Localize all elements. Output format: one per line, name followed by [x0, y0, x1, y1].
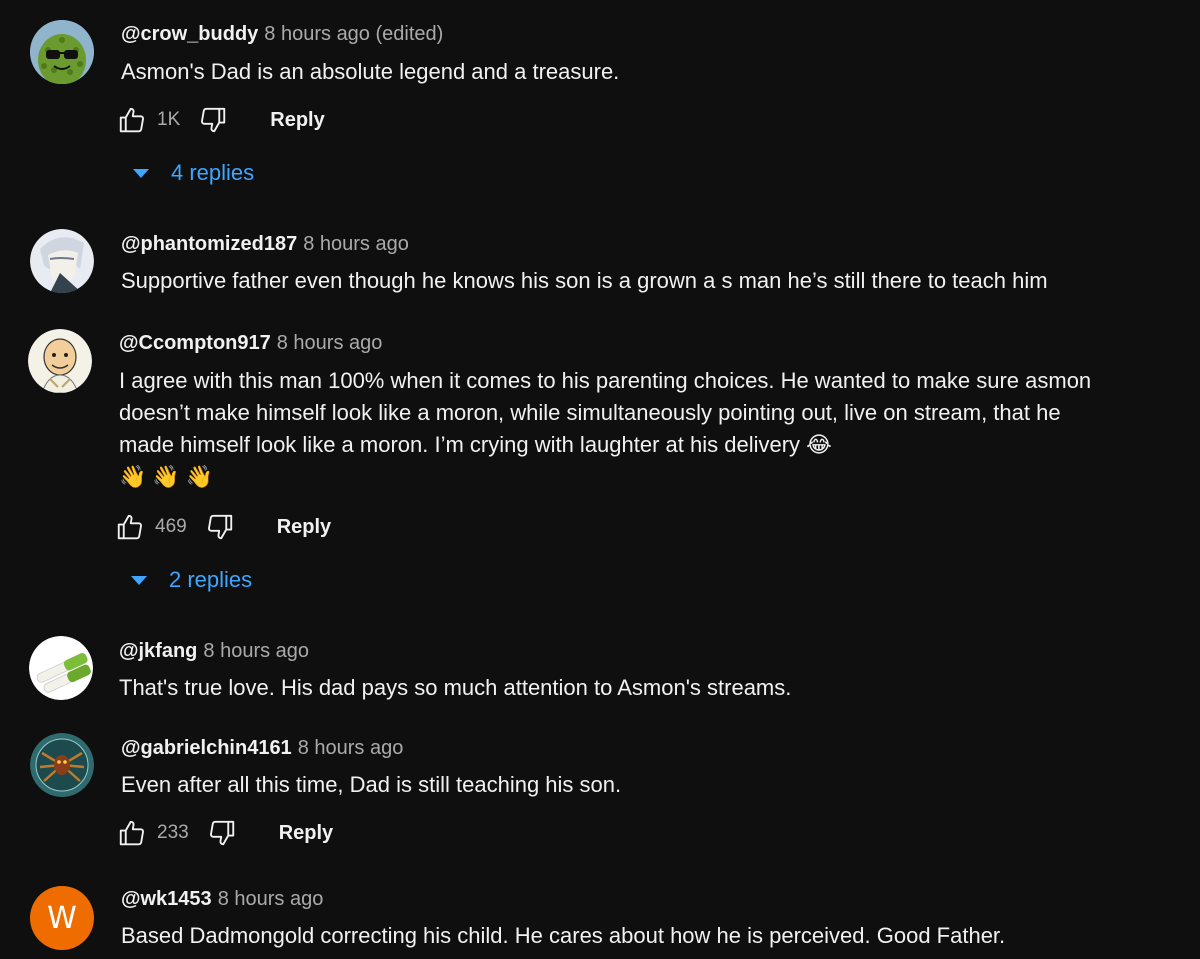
green-onion-avatar-icon: [29, 636, 93, 700]
comment-text-line: doesn’t make himself look like a moron, …: [119, 400, 1061, 425]
like-count: 469: [155, 516, 187, 537]
author-handle[interactable]: @wk1453: [121, 888, 212, 910]
comment-header: @wk1453 8 hours ago: [121, 888, 323, 911]
replies-label: 4 replies: [171, 160, 255, 185]
comment-text: That's true love. His dad pays so much a…: [119, 675, 792, 700]
caret-down-icon: [133, 168, 149, 178]
reply-button[interactable]: Reply: [279, 822, 333, 845]
avatar[interactable]: [30, 229, 94, 293]
avatar[interactable]: [28, 329, 92, 393]
like-button[interactable]: [115, 103, 149, 137]
timestamp[interactable]: 8 hours ago: [303, 233, 409, 255]
comment-text: Based Dadmongold correcting his child. H…: [121, 923, 1006, 948]
avatar[interactable]: W: [30, 886, 94, 950]
like-count: 233: [157, 822, 189, 843]
avatar[interactable]: [30, 20, 94, 84]
comment-actions: 233 Reply: [115, 815, 333, 851]
view-replies-button[interactable]: 4 replies: [133, 160, 254, 186]
comment-header: @Ccompton917 8 hours ago: [119, 332, 382, 355]
comment-text: Asmon's Dad is an absolute legend and a …: [121, 59, 620, 84]
comment-header: @crow_buddy 8 hours ago (edited): [121, 23, 443, 46]
thumbs-up-icon: [117, 514, 142, 540]
like-button[interactable]: [115, 816, 149, 850]
timestamp[interactable]: 8 hours ago: [218, 888, 324, 910]
avatar-letter: W: [47, 900, 77, 936]
author-handle[interactable]: @phantomized187: [121, 233, 297, 255]
avatar[interactable]: [30, 733, 94, 797]
like-count: 1K: [157, 109, 181, 130]
thumbs-up-icon: [119, 107, 144, 133]
author-handle[interactable]: @gabrielchin4161: [121, 737, 292, 759]
comment-text-line: made himself look like a moron. I’m cryi…: [119, 432, 832, 457]
comment-actions: 469 Reply: [113, 509, 331, 545]
comment-header: @gabrielchin4161 8 hours ago: [121, 737, 403, 760]
author-handle[interactable]: @jkfang: [119, 640, 197, 662]
comment-text: Even after all this time, Dad is still t…: [121, 772, 622, 797]
thumbs-up-icon: [119, 820, 144, 846]
reply-button[interactable]: Reply: [277, 516, 331, 539]
thumbs-down-icon: [201, 107, 226, 133]
bald-cartoon-man-avatar-icon: [28, 329, 92, 393]
caret-down-icon: [131, 575, 147, 585]
timestamp[interactable]: 8 hours ago: [298, 737, 404, 759]
spider-emblem-avatar-icon: [30, 733, 94, 797]
thumbs-down-icon: [207, 514, 232, 540]
like-button[interactable]: [113, 510, 147, 544]
timestamp[interactable]: 8 hours ago: [203, 640, 309, 662]
timestamp[interactable]: 8 hours ago: [277, 332, 383, 354]
dislike-button[interactable]: [203, 510, 237, 544]
replies-label: 2 replies: [169, 567, 253, 592]
view-replies-button[interactable]: 2 replies: [131, 567, 252, 593]
thumbs-down-icon: [209, 820, 234, 846]
avatar[interactable]: [29, 636, 93, 700]
comment-text: Supportive father even though he knows h…: [121, 268, 1048, 293]
dislike-button[interactable]: [196, 103, 230, 137]
author-handle[interactable]: @Ccompton917: [119, 332, 271, 354]
author-handle[interactable]: @crow_buddy: [121, 23, 258, 45]
comment-header: @phantomized187 8 hours ago: [121, 233, 409, 256]
cactus-sunglasses-avatar-icon: [30, 20, 94, 84]
timestamp[interactable]: 8 hours ago (edited): [264, 23, 443, 45]
clapping-hands-icon: 👋👋👋: [119, 464, 220, 489]
comment-header: @jkfang 8 hours ago: [119, 640, 309, 663]
comment-text-line: I agree with this man 100% when it comes…: [119, 368, 1092, 393]
comment-actions: 1K Reply: [115, 102, 325, 138]
dislike-button[interactable]: [205, 816, 239, 850]
anime-character-avatar-icon: [30, 229, 94, 293]
reply-button[interactable]: Reply: [270, 109, 324, 132]
